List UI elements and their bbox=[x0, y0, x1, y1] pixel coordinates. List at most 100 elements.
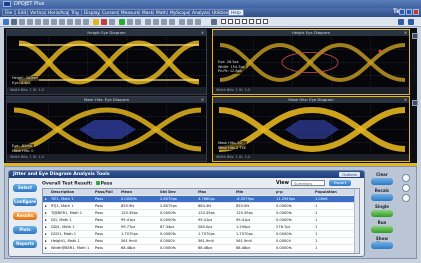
measurement-annotation: Eye: 26.5ps Width: 154.7ps Pk-Pk: 12.8ps bbox=[217, 60, 246, 74]
app-icon bbox=[3, 1, 11, 7]
panel-footer: Width Bits: 1 UI: 1.0 bbox=[213, 87, 409, 94]
nav-results-button[interactable]: Results bbox=[13, 212, 37, 220]
bottom-dock: Jitter and Eye Diagram Analysis Tools Op… bbox=[4, 166, 417, 259]
panel-title: Height Eye Diagram bbox=[87, 30, 126, 35]
info-icon[interactable] bbox=[402, 194, 410, 202]
panel-header: Height Eye Diagram ✕ bbox=[213, 30, 409, 36]
panel-footer: Width Bits: 1 UI: 1.0 bbox=[7, 87, 206, 94]
mask-icon[interactable] bbox=[75, 19, 81, 25]
table-row[interactable]: ▸ TIE1, Math 1 Pass 0.0000fs 2.8070ps 4.7860… bbox=[43, 196, 359, 203]
window-controls bbox=[399, 9, 419, 15]
close-icon[interactable]: ✕ bbox=[201, 97, 204, 103]
undo-icon[interactable] bbox=[145, 19, 151, 25]
info-icon[interactable] bbox=[195, 19, 201, 25]
export-button[interactable]: Export bbox=[329, 180, 351, 186]
close-icon[interactable]: ✕ bbox=[201, 30, 204, 36]
print-icon[interactable] bbox=[161, 19, 167, 25]
panel-title: Height Eye Diagram bbox=[291, 30, 331, 35]
panel-title: Mask Hits: Eye Diagram bbox=[288, 97, 334, 102]
display-checkbox-7[interactable] bbox=[263, 19, 268, 24]
panel-settings-icon[interactable] bbox=[412, 100, 418, 106]
run-button[interactable] bbox=[371, 226, 393, 233]
table-scrollbar[interactable] bbox=[354, 189, 359, 253]
panel-settings-icon[interactable] bbox=[412, 33, 418, 39]
results-table: Description Pass/Fail Mean Std Dev Max M… bbox=[42, 188, 360, 254]
analysis-tools-panel: Jitter and Eye Diagram Analysis Tools Op… bbox=[8, 170, 365, 257]
eye-panel-3[interactable]: Mask Hits: Eye Diagram ✕ Width Bits: 1 U… bbox=[6, 96, 207, 162]
nav-configure-button[interactable]: Configure bbox=[13, 198, 37, 206]
pan-icon[interactable] bbox=[43, 19, 49, 25]
table-row[interactable]: ▸ TJ@BER1, Math 1 Pass 120.39ps 0.0000fs 120… bbox=[43, 210, 359, 217]
recalc-button[interactable] bbox=[371, 194, 393, 201]
default-setup-icon[interactable] bbox=[11, 19, 17, 25]
panel-toggle-icon[interactable] bbox=[398, 19, 404, 25]
analysis-title: Jitter and Eye Diagram Analysis Tools Op… bbox=[9, 171, 364, 178]
measurement-annotation: Eye: -80mV Mask Hits: 0 bbox=[11, 144, 35, 153]
clear-button[interactable] bbox=[371, 178, 393, 185]
mask-eye-plot bbox=[9, 104, 206, 155]
close-icon[interactable]: ✕ bbox=[404, 30, 407, 36]
panel-title: Mask Hits: Eye Diagram bbox=[83, 97, 130, 102]
minimize-icon[interactable] bbox=[399, 9, 405, 15]
help-icon[interactable] bbox=[402, 184, 410, 192]
close-icon[interactable] bbox=[413, 9, 419, 15]
display-checkbox-2[interactable] bbox=[228, 19, 233, 24]
pass-icon bbox=[95, 181, 100, 185]
redo-icon[interactable] bbox=[153, 19, 159, 25]
table-row[interactable]: ▸ DDJ1, Math 1 Pass 99.77ps 67.34ps 280.0ps 1… bbox=[43, 224, 359, 231]
eye-panel-2[interactable]: Height Eye Diagram ✕ Width Bits: 1 UI: 1… bbox=[212, 29, 418, 95]
waveform-icon[interactable] bbox=[211, 19, 217, 25]
play-icon[interactable] bbox=[119, 19, 125, 25]
nav-select-button[interactable]: Select bbox=[13, 184, 37, 192]
control-column: Clear Recalc Single Run Show Plots bbox=[367, 170, 415, 257]
table-row[interactable]: ▸ Width@BER1, Math 1 Pass 68.48ps 0.0000fs 6… bbox=[43, 245, 359, 252]
options-button[interactable]: Options bbox=[339, 172, 360, 177]
nav-plots-button[interactable]: Plots bbox=[13, 226, 37, 234]
table-row[interactable]: ▸ RTJ1, Math 1 Pass 850.9fs 2.8070ps 864.4fs… bbox=[43, 203, 359, 210]
panel-header: Mask Hits: Eye Diagram ✕ bbox=[213, 97, 409, 103]
run-stop-icon[interactable] bbox=[3, 19, 9, 25]
show-plots-button[interactable] bbox=[371, 242, 393, 249]
run-label: Run bbox=[377, 220, 387, 225]
display-checkbox-3[interactable] bbox=[235, 19, 240, 24]
save-icon[interactable] bbox=[169, 19, 175, 25]
measure-icon[interactable] bbox=[51, 19, 57, 25]
display-checkbox-1[interactable] bbox=[221, 19, 226, 24]
hand-icon[interactable] bbox=[109, 19, 115, 25]
settings-icon[interactable] bbox=[179, 19, 185, 25]
scope-display-area: Height Eye Diagram ✕ Width Bits: 1 UI: 1… bbox=[4, 28, 418, 163]
layout-icon[interactable] bbox=[135, 19, 141, 25]
eye-panel-1[interactable]: Height Eye Diagram ✕ Width Bits: 1 UI: 1… bbox=[6, 29, 207, 95]
eye-panel-4[interactable]: Mask Hits: Eye Diagram ✕ Width Bits: 1 U… bbox=[212, 96, 418, 162]
histogram-icon[interactable] bbox=[67, 19, 73, 25]
help-icon[interactable] bbox=[187, 19, 193, 25]
trigger-icon[interactable] bbox=[93, 19, 99, 25]
view-dropdown[interactable]: Summary bbox=[291, 180, 325, 186]
record-icon[interactable] bbox=[101, 19, 107, 25]
autoset-icon[interactable] bbox=[19, 19, 25, 25]
table-row[interactable]: ▸ DJ1, Math 1 Pass 99.41ps 0.0000fs 99.41ps 9… bbox=[43, 217, 359, 224]
table-row[interactable]: ▸ DCD1, Math 1 Pass 1.7070ps 0.0000fs 1.7070… bbox=[43, 231, 359, 238]
menu-help[interactable]: Help bbox=[228, 9, 244, 16]
maximize-icon[interactable] bbox=[406, 9, 412, 15]
next-icon[interactable] bbox=[402, 174, 410, 182]
grid-icon[interactable] bbox=[127, 19, 133, 25]
menu-trig[interactable]: Trig bbox=[68, 9, 82, 16]
nav-reports-button[interactable]: Reports bbox=[13, 240, 37, 248]
window-title: DPOJET Plus bbox=[14, 1, 45, 7]
display-checkbox-5[interactable] bbox=[249, 19, 254, 24]
single-button[interactable] bbox=[371, 210, 393, 217]
window-title-bar: DPOJET Plus bbox=[0, 0, 421, 8]
menu-bar: File Edit Vertical Horiz/Acq Trig Displa… bbox=[0, 8, 421, 17]
math-icon[interactable] bbox=[83, 19, 89, 25]
close-icon[interactable]: ✕ bbox=[404, 97, 407, 103]
cursor-icon[interactable] bbox=[27, 19, 33, 25]
zoom-icon[interactable] bbox=[35, 19, 41, 25]
table-row[interactable]: ▸ Height1, Math 1 Pass 561.9mV 0.0000V 561.9… bbox=[43, 238, 359, 245]
display-checkbox-4[interactable] bbox=[242, 19, 247, 24]
fullscreen-icon[interactable] bbox=[408, 19, 414, 25]
display-checkbox-6[interactable] bbox=[256, 19, 261, 24]
menu-file[interactable]: File bbox=[2, 9, 16, 16]
marker-icon[interactable] bbox=[59, 19, 65, 25]
panel-header: Mask Hits: Eye Diagram ✕ bbox=[7, 97, 206, 103]
